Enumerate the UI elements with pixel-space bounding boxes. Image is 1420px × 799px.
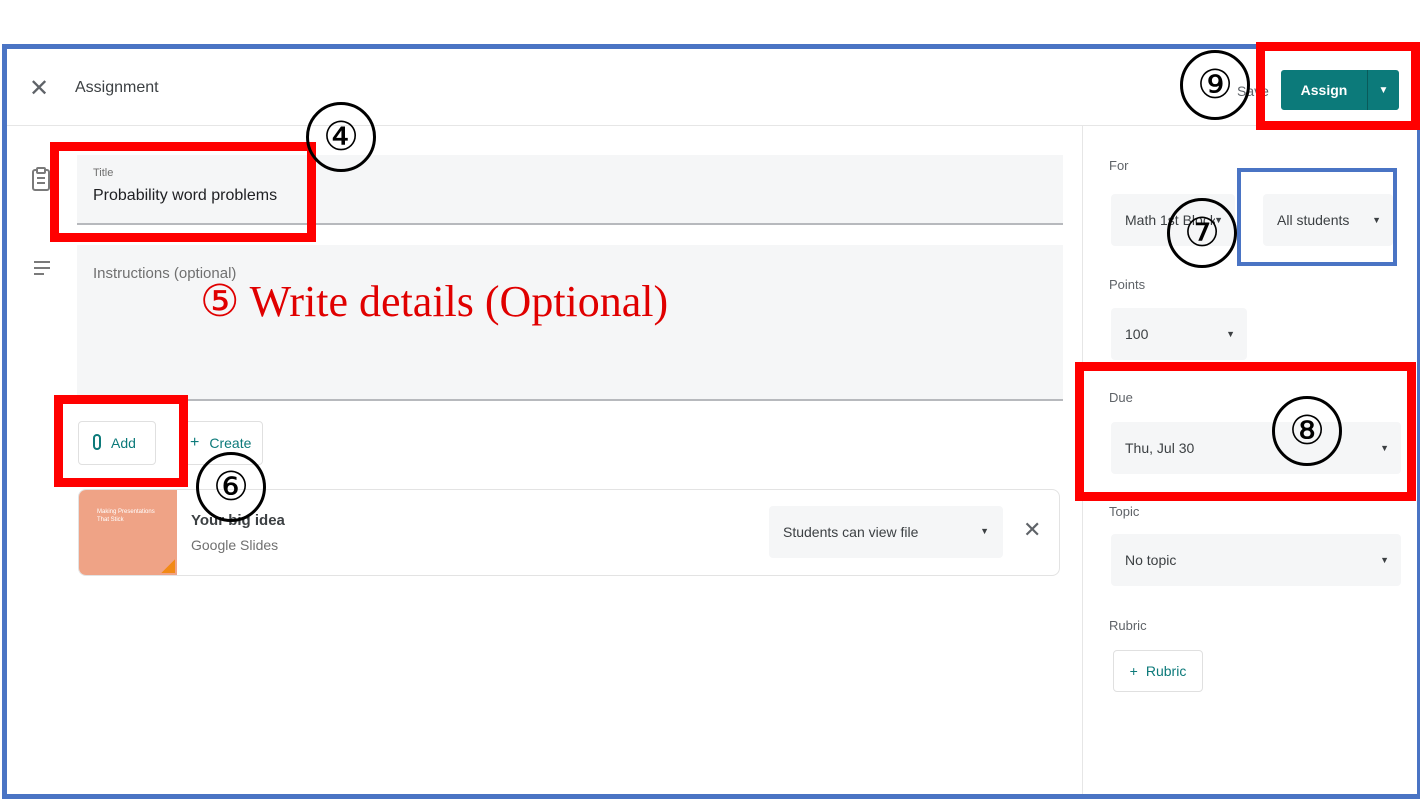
- page-title: Assignment: [75, 79, 159, 96]
- points-value: 100: [1125, 326, 1149, 342]
- title-highlight: [50, 142, 316, 242]
- attachment-type: Google Slides: [191, 537, 279, 553]
- assign-highlight: [1256, 42, 1420, 130]
- plus-icon: +: [190, 434, 200, 451]
- points-select[interactable]: 100 ▼: [1111, 308, 1247, 360]
- slides-corner-icon: [161, 559, 175, 573]
- due-highlight: [1075, 362, 1416, 501]
- step-6-marker: ⑥: [196, 452, 266, 522]
- clipboard-icon: [31, 167, 51, 197]
- permission-value: Students can view file: [783, 524, 919, 540]
- close-icon[interactable]: ✕: [27, 77, 51, 101]
- rubric-button-label: Rubric: [1145, 663, 1187, 679]
- step-5-annotation: ⑤ Write details (Optional): [200, 277, 669, 326]
- topic-select[interactable]: No topic ▼: [1111, 534, 1401, 586]
- notes-icon: [33, 259, 51, 282]
- step-9-marker: ⑨: [1180, 50, 1250, 120]
- add-highlight: [54, 395, 188, 487]
- points-label: Points: [1109, 277, 1146, 292]
- for-label: For: [1109, 158, 1129, 173]
- slides-thumbnail: Making Presentations That Stick: [79, 490, 177, 575]
- step-7-marker: ⑦: [1167, 198, 1237, 268]
- topic-label: Topic: [1109, 504, 1140, 519]
- thumbnail-title: Making Presentations That Stick: [97, 509, 155, 523]
- chevron-down-icon: ▼: [1380, 555, 1389, 565]
- permission-select[interactable]: Students can view file ▼: [769, 506, 1003, 558]
- create-label: Create: [209, 435, 252, 451]
- plus-icon: +: [1129, 663, 1138, 679]
- step-4-marker: ④: [306, 102, 376, 172]
- chevron-down-icon: ▼: [1226, 329, 1235, 339]
- remove-attachment-icon[interactable]: ✕: [1023, 518, 1041, 542]
- students-highlight: [1237, 168, 1397, 266]
- topic-value: No topic: [1125, 552, 1177, 568]
- step-8-marker: ⑧: [1272, 396, 1342, 466]
- add-rubric-button[interactable]: + Rubric: [1113, 650, 1203, 692]
- rubric-label: Rubric: [1109, 618, 1147, 633]
- chevron-down-icon: ▼: [980, 526, 989, 536]
